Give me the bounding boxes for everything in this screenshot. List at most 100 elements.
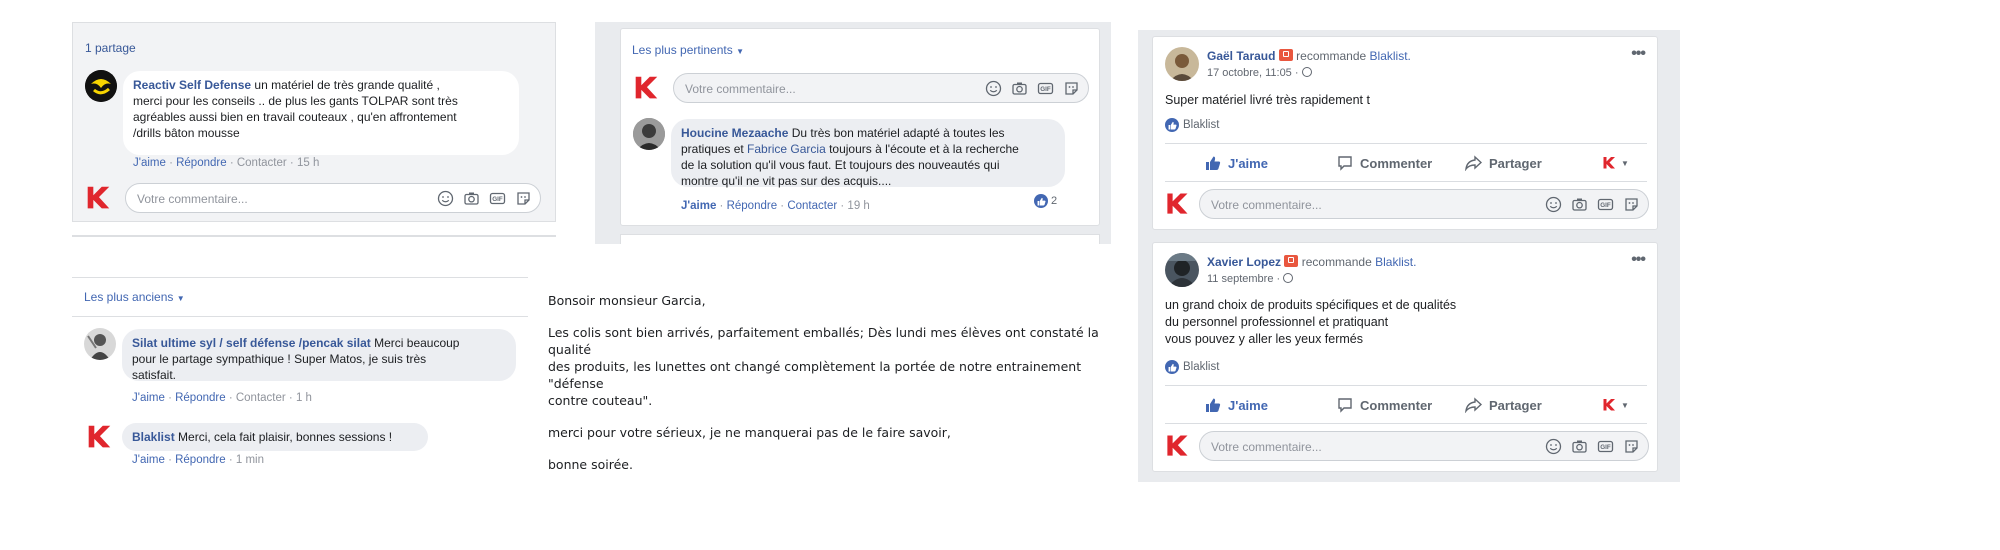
like-summary[interactable]: Blaklist xyxy=(1165,118,1219,132)
message-closing: bonne soirée. xyxy=(548,457,633,472)
page-selector[interactable]: ▼ xyxy=(1601,397,1629,413)
reply-link[interactable]: Répondre xyxy=(727,200,778,212)
caret-down-icon: ▼ xyxy=(176,294,185,303)
comment-text: montre qu'il ne vit pas sur des acquis..… xyxy=(681,174,892,188)
like-summary[interactable]: Blaklist xyxy=(1165,360,1219,374)
like-button[interactable]: J'aime xyxy=(1205,155,1268,171)
like-button[interactable]: J'aime xyxy=(1205,397,1268,413)
share-button-label: Partager xyxy=(1489,397,1542,413)
like-reaction-icon xyxy=(1165,360,1179,374)
review-card: Gaël Taraud recommande Blaklist. 17 octo… xyxy=(1152,36,1658,230)
review-date[interactable]: 17 octobre, 11:05 · xyxy=(1207,67,1312,79)
recommend-icon xyxy=(1278,49,1293,61)
like-button-label: J'aime xyxy=(1228,155,1268,171)
more-options-icon[interactable]: ••• xyxy=(1631,251,1646,269)
comment-input[interactable]: Votre commentaire... xyxy=(1199,189,1649,219)
share-button[interactable]: Partager xyxy=(1465,397,1542,413)
shares-count[interactable]: 1 partage xyxy=(85,41,136,55)
comment-input-placeholder: Votre commentaire... xyxy=(1211,440,1322,454)
avatar[interactable] xyxy=(633,118,665,150)
camera-icon[interactable] xyxy=(1011,80,1028,97)
gif-icon[interactable] xyxy=(1597,196,1614,213)
comment-input[interactable]: Votre commentaire... xyxy=(1199,431,1649,461)
like-link[interactable]: J'aime xyxy=(132,454,165,466)
comment-author[interactable]: Silat ultime syl / self défense /pencak … xyxy=(132,336,371,350)
camera-icon[interactable] xyxy=(1571,438,1588,455)
sort-label: Les plus anciens xyxy=(84,290,174,304)
camera-icon[interactable] xyxy=(463,190,480,207)
emoji-icon[interactable] xyxy=(985,80,1002,97)
recommend-text: recommande xyxy=(1296,49,1367,63)
review-text: vous pouvez y aller les yeux fermés xyxy=(1165,332,1364,346)
avatar[interactable] xyxy=(85,70,117,102)
share-button[interactable]: Partager xyxy=(1465,155,1542,171)
divider xyxy=(72,235,556,237)
comment-button[interactable]: Commenter xyxy=(1337,397,1432,413)
comment-text: de la solution qu'il vous faut. Et toujo… xyxy=(681,158,1000,172)
divider xyxy=(1165,143,1647,144)
sticker-icon[interactable] xyxy=(1063,80,1080,97)
sticker-icon[interactable] xyxy=(515,190,532,207)
message-paragraph: merci pour votre sérieux, je ne manquera… xyxy=(548,425,951,440)
like-reaction-icon xyxy=(1034,194,1048,208)
contact-link[interactable]: Contacter xyxy=(237,157,287,169)
like-button-label: J'aime xyxy=(1228,397,1268,413)
comment-input[interactable]: Votre commentaire... xyxy=(125,183,541,213)
share-button-label: Partager xyxy=(1489,155,1542,171)
comment-time[interactable]: 1 min xyxy=(236,454,264,466)
divider xyxy=(1165,385,1647,386)
reply-link[interactable]: Répondre xyxy=(175,392,226,404)
comment-text: Merci beaucoup xyxy=(370,336,460,350)
comment-button[interactable]: Commenter xyxy=(1337,155,1432,171)
sticker-icon[interactable] xyxy=(1623,196,1640,213)
avatar[interactable] xyxy=(1165,253,1199,287)
page-link[interactable]: Blaklist. xyxy=(1375,255,1416,269)
reply-link[interactable]: Répondre xyxy=(175,454,226,466)
contact-link[interactable]: Contacter xyxy=(787,200,837,212)
comment-time[interactable]: 15 h xyxy=(297,157,319,169)
reply-link[interactable]: Répondre xyxy=(176,157,227,169)
reaction-badge[interactable]: 2 xyxy=(1031,193,1061,209)
page-selector[interactable]: ▼ xyxy=(1601,155,1629,171)
comment-time[interactable]: 19 h xyxy=(847,200,869,212)
customer-message: Bonsoir monsieur Garcia, Les colis sont … xyxy=(548,292,1138,473)
emoji-icon[interactable] xyxy=(437,190,454,207)
page-link[interactable]: Blaklist. xyxy=(1370,49,1411,63)
comment-time[interactable]: 1 h xyxy=(296,392,312,404)
comment-bubble: Silat ultime syl / self défense /pencak … xyxy=(122,329,516,382)
divider xyxy=(620,234,1100,244)
like-link[interactable]: J'aime xyxy=(132,392,165,404)
recommend-icon xyxy=(1284,255,1299,267)
divider xyxy=(72,316,528,317)
review-header: Xavier Lopez recommande Blaklist. xyxy=(1207,255,1416,269)
more-options-icon[interactable]: ••• xyxy=(1631,45,1646,63)
avatar[interactable] xyxy=(84,328,116,360)
blaklist-logo-icon xyxy=(1603,399,1615,411)
sticker-icon[interactable] xyxy=(1623,438,1640,455)
review-author[interactable]: Xavier Lopez xyxy=(1207,255,1281,269)
like-reaction-icon xyxy=(1165,118,1179,132)
sort-dropdown[interactable]: Les plus pertinents ▼ xyxy=(632,43,744,57)
camera-icon[interactable] xyxy=(1571,196,1588,213)
contact-link[interactable]: Contacter xyxy=(236,392,286,404)
comment-text: pour le partage sympathique ! Super Mato… xyxy=(132,352,427,366)
comment-author[interactable]: Reactiv Self Defense xyxy=(133,78,251,92)
review-date[interactable]: 11 septembre · xyxy=(1207,273,1294,285)
comment-input[interactable]: Votre commentaire... xyxy=(673,73,1089,103)
comment-text: toujours à l'écoute et à la recherche xyxy=(825,142,1019,156)
emoji-icon[interactable] xyxy=(1545,196,1562,213)
sort-dropdown[interactable]: Les plus anciens ▼ xyxy=(84,290,185,304)
comment-author[interactable]: Blaklist xyxy=(132,430,175,444)
like-link[interactable]: J'aime xyxy=(681,200,716,212)
like-link[interactable]: J'aime xyxy=(133,157,166,169)
avatar[interactable] xyxy=(1165,47,1199,81)
review-author[interactable]: Gaël Taraud xyxy=(1207,49,1275,63)
gif-icon[interactable] xyxy=(1597,438,1614,455)
mention-link[interactable]: Fabrice Garcia xyxy=(747,142,826,156)
share-icon xyxy=(1465,397,1482,413)
comment-author[interactable]: Houcine Mezaache xyxy=(681,126,788,140)
gif-icon[interactable] xyxy=(489,190,506,207)
emoji-icon[interactable] xyxy=(1545,438,1562,455)
review-card: Xavier Lopez recommande Blaklist. 11 sep… xyxy=(1152,242,1658,472)
gif-icon[interactable] xyxy=(1037,80,1054,97)
